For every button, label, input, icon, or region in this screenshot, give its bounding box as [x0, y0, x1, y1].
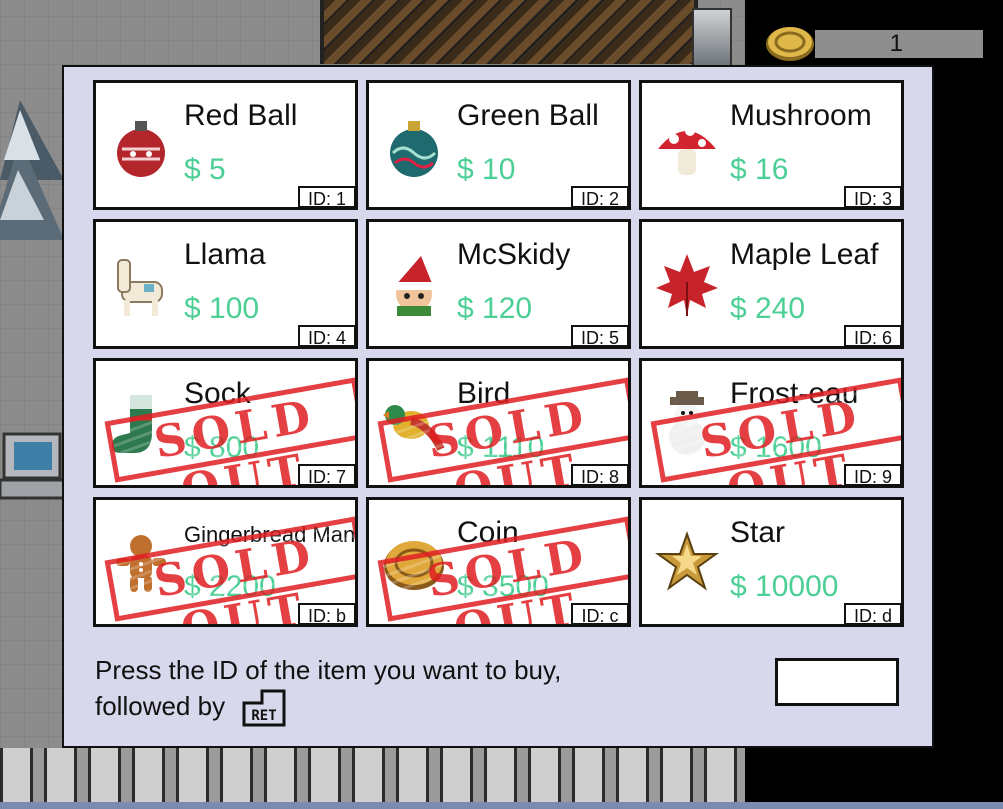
shop-item-card[interactable]: Gingerbread Man$ 2200ID: bSOLD OUT: [93, 497, 358, 627]
coin-count: 1: [815, 30, 983, 58]
shop-item-card[interactable]: Llama $ 100 ID: 4: [93, 219, 358, 349]
scene-floor-strip: [0, 802, 1003, 809]
item-price: $ 120: [457, 292, 533, 325]
green-ornament-icon: [390, 121, 438, 177]
item-name: McSkidy: [457, 238, 571, 271]
shop-item-card[interactable]: Bird$ 1110ID: 8SOLD OUT: [366, 358, 631, 488]
snowy-tree-icon: [0, 100, 64, 240]
item-name: Red Ball: [184, 99, 298, 132]
coin-icon: [766, 27, 814, 61]
item-name: Llama: [184, 238, 266, 271]
coin-counter: 1: [760, 24, 985, 64]
item-name: Star: [730, 516, 786, 549]
shop-item-card[interactable]: Maple Leaf $ 240 ID: 6: [639, 219, 904, 349]
item-id-badge: ID: 4: [298, 325, 355, 346]
shop-item-card[interactable]: Red Ball $ 5 ID: 1: [93, 80, 358, 210]
mushroom-icon: [658, 126, 716, 175]
item-price: $ 240: [730, 292, 806, 325]
ret-key-label: RET: [252, 708, 277, 724]
item-id-badge: ID: 6: [844, 325, 901, 346]
item-price: $ 5: [184, 153, 226, 186]
lamp-post-icon: [692, 8, 732, 68]
item-price: $ 16: [730, 153, 789, 186]
item-name: Mushroom: [730, 99, 872, 132]
maple-leaf-icon: [656, 254, 718, 316]
item-price: $ 10: [457, 153, 516, 186]
llama-icon: [117, 259, 163, 316]
prompt-line-2-text: followed by: [95, 691, 226, 721]
shop-item-card[interactable]: Star $ 10000 ID: d: [639, 497, 904, 627]
item-name: Maple Leaf: [730, 238, 879, 271]
shop-item-card[interactable]: Mushroom $ 16 ID: 3: [639, 80, 904, 210]
item-id-badge: ID: d: [844, 603, 901, 624]
item-id-badge: ID: 2: [571, 186, 628, 207]
shop-item-card[interactable]: Sock$ 800ID: 7SOLD OUT: [93, 358, 358, 488]
house-roof: [320, 0, 698, 64]
item-id-input[interactable]: [775, 658, 899, 706]
shop-item-card[interactable]: Coin$ 3500ID: cSOLD OUT: [366, 497, 631, 627]
star-icon: [654, 530, 720, 591]
shop-item-card[interactable]: McSkidy $ 120 ID: 5: [366, 219, 631, 349]
red-ornament-icon: [117, 121, 165, 177]
shop-item-card[interactable]: Frost-eau$ 1600ID: 9SOLD OUT: [639, 358, 904, 488]
elf-mcskidy-icon: [393, 256, 435, 316]
fence: [0, 748, 745, 809]
item-price: $ 10000: [730, 570, 839, 603]
item-id-badge: ID: 3: [844, 186, 901, 207]
prompt-line-2: followed by RET: [95, 688, 561, 727]
item-name: Green Ball: [457, 99, 599, 132]
item-price: $ 100: [184, 292, 260, 325]
item-id-badge: ID: 5: [571, 325, 628, 346]
shop-item-card[interactable]: Green Ball $ 10 ID: 2: [366, 80, 631, 210]
return-key-icon: RET: [242, 689, 286, 727]
shop-panel: Red Ball $ 5 ID: 1 Green Ball $ 10 ID: 2 Mushr…: [62, 65, 934, 748]
computer-icon: [0, 432, 64, 500]
purchase-instructions: Press the ID of the item you want to buy…: [95, 652, 561, 727]
prompt-line-1: Press the ID of the item you want to buy…: [95, 655, 562, 685]
item-id-badge: ID: 1: [298, 186, 355, 207]
